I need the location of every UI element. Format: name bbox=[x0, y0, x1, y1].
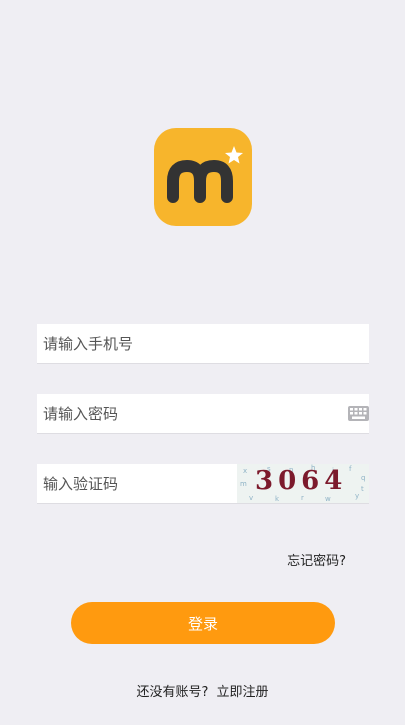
svg-text:y: y bbox=[355, 492, 359, 500]
forgot-password-link[interactable]: 忘记密码? bbox=[287, 550, 346, 569]
verification-field: xsn hjf vkr wyq mt 3064 bbox=[37, 464, 369, 504]
register-row: 还没有账号? 立即注册 bbox=[0, 681, 405, 700]
svg-text:m: m bbox=[240, 480, 247, 488]
password-field bbox=[37, 394, 369, 434]
login-button[interactable]: 登录 bbox=[71, 602, 335, 644]
phone-field bbox=[37, 324, 369, 364]
captcha-text: 3064 bbox=[255, 466, 348, 496]
captcha-image[interactable]: xsn hjf vkr wyq mt 3064 bbox=[237, 464, 369, 503]
register-link[interactable]: 立即注册 bbox=[216, 685, 268, 700]
password-input[interactable] bbox=[37, 394, 337, 433]
login-screen: xsn hjf vkr wyq mt 3064 忘记密码? 登录 还没有账号?立… bbox=[0, 0, 405, 725]
svg-text:k: k bbox=[275, 495, 280, 503]
svg-text:f: f bbox=[349, 465, 352, 473]
verification-code-input[interactable] bbox=[37, 464, 233, 503]
svg-text:t: t bbox=[361, 485, 364, 493]
svg-text:q: q bbox=[361, 474, 365, 482]
svg-text:v: v bbox=[249, 494, 253, 502]
svg-text:x: x bbox=[243, 467, 247, 475]
app-logo-icon bbox=[154, 128, 252, 226]
svg-text:w: w bbox=[325, 495, 331, 503]
phone-input[interactable] bbox=[37, 324, 337, 363]
keyboard-icon[interactable] bbox=[348, 406, 369, 421]
no-account-text: 还没有账号? bbox=[136, 685, 209, 700]
